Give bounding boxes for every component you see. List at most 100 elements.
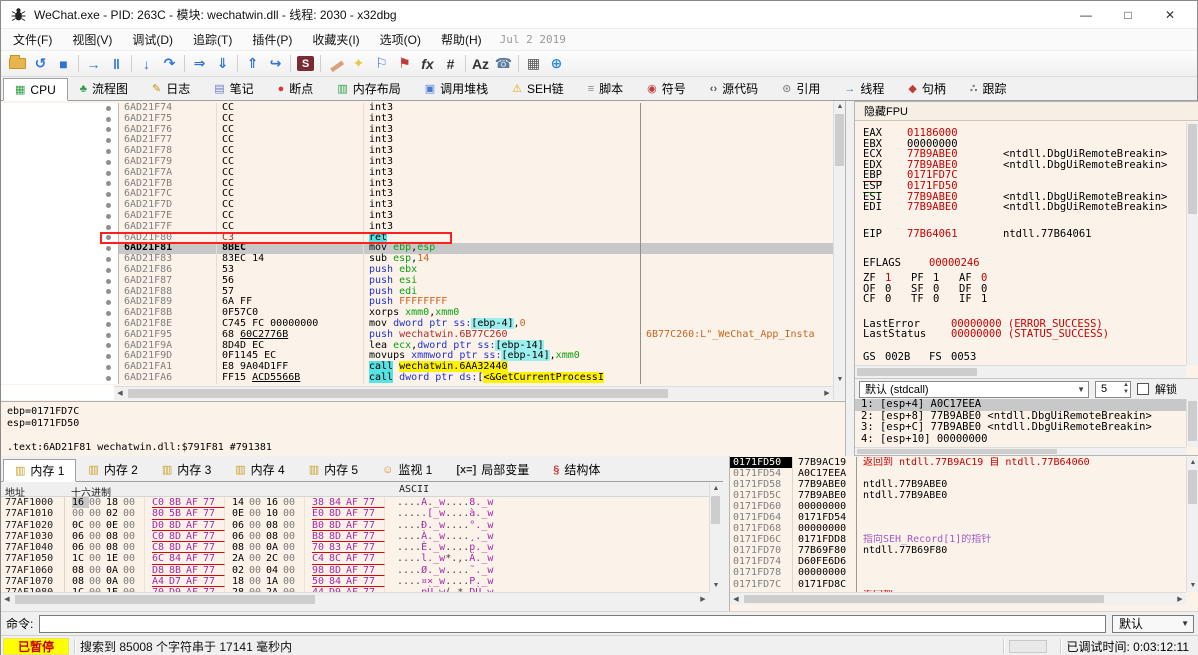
flag-value[interactable]: 0 <box>885 294 911 305</box>
pause-icon[interactable]: ‖ <box>105 54 128 74</box>
breakpoint-dot[interactable] <box>106 333 111 338</box>
breakpoint-dot[interactable] <box>106 354 111 359</box>
breakpoint-dot[interactable] <box>106 127 111 132</box>
register-row[interactable]: GS002BFS0053 <box>863 352 1186 363</box>
dump-row[interactable]: 77AF106008000A00D88BAF7702000400988DAF77… <box>1 565 709 576</box>
breakpoint-dot[interactable] <box>106 289 111 294</box>
tab-跟踪[interactable]: ∴跟踪 <box>958 77 1019 100</box>
dump-row[interactable]: 77AF101000000200805BAF770E001000E08DAF77… <box>1 508 709 519</box>
dump-horizontal-scrollbar[interactable]: ◀ ▶ <box>1 592 709 606</box>
dump-tab-内存 2[interactable]: ▥内存 2 <box>76 458 149 481</box>
execute-till-return-icon[interactable]: ⇒ <box>188 54 211 74</box>
call-argument-row[interactable]: 2: [esp+8] 77B9ABE0 <ntdll.DbgUiRemoteBr… <box>855 411 1186 423</box>
step-down-icon[interactable]: ⇓ <box>211 54 234 74</box>
tab-引用[interactable]: ⊙引用 <box>770 77 832 100</box>
stack-row[interactable]: 0171FD7800000000 <box>730 567 1186 578</box>
dump-tab-内存 5[interactable]: ▥内存 5 <box>297 458 370 481</box>
tab-源代码[interactable]: ‹›源代码 <box>698 77 770 100</box>
run-icon[interactable]: → <box>82 54 105 74</box>
breakpoint-dot[interactable] <box>106 322 111 327</box>
scroll-right-icon[interactable]: ▶ <box>821 387 833 399</box>
command-input[interactable] <box>39 615 1106 633</box>
registers-horizontal-scrollbar[interactable] <box>855 365 1186 378</box>
arguments-vertical-scrollbar[interactable] <box>1186 399 1198 447</box>
breakpoint-dot[interactable] <box>106 235 111 240</box>
register-row[interactable]: ESP0171FD50 <box>863 181 1186 192</box>
register-row[interactable]: EFLAGS00000246 <box>863 258 1186 269</box>
tab-句柄[interactable]: ◆句柄 <box>896 77 957 100</box>
tab-SEH链[interactable]: ⚠SEH链 <box>500 77 576 100</box>
dump-row[interactable]: 77AF10200C000E00D08DAF7706000800B08DAF77… <box>1 520 709 531</box>
phone-icon[interactable]: ☎ <box>492 54 515 74</box>
register-value[interactable]: 0171FD50 <box>907 181 1003 192</box>
flag-value[interactable]: 1 <box>885 273 911 284</box>
scroll-down-icon[interactable]: ▼ <box>834 374 846 386</box>
tab-脚本[interactable]: ≡脚本 <box>576 77 635 100</box>
spin-up-icon[interactable]: ▲ <box>1123 382 1129 389</box>
call-argument-row[interactable]: 1: [esp+4] A0C17EEA <box>855 399 1186 411</box>
breakpoint-dot[interactable] <box>106 181 111 186</box>
flag-value[interactable]: 0 <box>933 294 959 305</box>
scroll-up-icon[interactable]: ▲ <box>834 101 846 113</box>
dump-tab-内存 4[interactable]: ▥内存 4 <box>223 458 296 481</box>
stack-row[interactable]: 0171FD7077B69F80ntdll.77B69F80 <box>730 545 1186 556</box>
breakpoint-dot[interactable] <box>106 171 111 176</box>
stack-row[interactable]: 0171FD6800000000 <box>730 523 1186 534</box>
hash-icon[interactable]: # <box>439 54 462 74</box>
dump-tab-局部变量[interactable]: [x=]局部变量 <box>444 458 541 481</box>
register-row[interactable]: ZF1PF1AF0 <box>863 273 1186 284</box>
argument-count-stepper[interactable]: 5 ▲▼ <box>1095 381 1131 398</box>
dump-tab-结构体[interactable]: §结构体 <box>541 458 612 481</box>
scroll-right-icon[interactable]: ▶ <box>697 593 709 605</box>
flag-value[interactable]: 1 <box>933 273 959 284</box>
breakpoint-dot[interactable] <box>106 246 111 251</box>
tab-线程[interactable]: →线程 <box>832 77 896 100</box>
scroll-left-icon[interactable]: ◀ <box>730 593 742 605</box>
menu-item[interactable]: 收藏夹(I) <box>302 31 369 49</box>
breakpoint-dot[interactable] <box>106 160 111 165</box>
register-value[interactable]: 00000246 <box>929 258 980 269</box>
website-icon[interactable]: ⊕ <box>545 54 568 74</box>
unlock-checkbox[interactable] <box>1137 383 1149 395</box>
stop-icon[interactable]: ■ <box>52 54 75 74</box>
breakpoint-dot[interactable] <box>106 214 111 219</box>
stack-row[interactable]: 0171FD54A0C17EEA <box>730 468 1186 479</box>
breakpoint-dot[interactable] <box>106 268 111 273</box>
memory-dump-panel[interactable]: ▥内存 1▥内存 2▥内存 3▥内存 4▥内存 5☺监视 1[x=]局部变量§结… <box>1 456 723 611</box>
breakpoint-dot[interactable] <box>106 257 111 262</box>
stack-row[interactable]: 0171FD6000000000 <box>730 501 1186 512</box>
calling-convention-select[interactable]: 默认 (stdcall) ▼ <box>859 381 1089 398</box>
tab-符号[interactable]: ◉符号 <box>635 77 698 100</box>
functions-icon[interactable]: fx <box>416 54 439 74</box>
stack-row[interactable]: 0171FD5877B9ABE0ntdll.77B9ABE0 <box>730 479 1186 490</box>
command-parser-select[interactable]: 默认 ▼ <box>1112 615 1194 633</box>
dump-row[interactable]: 77AF100016001800C08BAF77140016003884AF77… <box>1 497 709 508</box>
stack-horizontal-scrollbar[interactable]: ◀ ▶ <box>730 592 1186 605</box>
flag-value[interactable]: 0053 <box>951 352 995 363</box>
breakpoint-dot[interactable] <box>106 117 111 122</box>
breakpoint-dot[interactable] <box>106 192 111 197</box>
register-value[interactable]: 01186000 <box>907 128 1003 139</box>
breakpoint-dot[interactable] <box>106 343 111 348</box>
stack-row[interactable]: 0171FD74D60FE6D6 <box>730 556 1186 567</box>
comments-icon[interactable]: ✦ <box>347 54 370 74</box>
registers-vertical-scrollbar[interactable] <box>1186 122 1198 365</box>
scroll-up-icon[interactable]: ▲ <box>710 483 722 495</box>
call-arguments-list[interactable]: 1: [esp+4] A0C17EEA2: [esp+8] 77B9ABE0 <… <box>855 399 1186 447</box>
stack-panel[interactable]: 0171FD5077B9AC19返回到 ntdll.77B9AC19 自 ntd… <box>729 456 1198 611</box>
breakpoint-dot[interactable] <box>106 203 111 208</box>
menu-item[interactable]: 文件(F) <box>3 31 62 49</box>
step-over-icon[interactable]: ↷ <box>158 54 181 74</box>
scroll-down-icon[interactable]: ▼ <box>710 580 722 592</box>
menu-item[interactable]: 插件(P) <box>242 31 302 49</box>
register-row[interactable]: EAX01186000 <box>863 128 1186 139</box>
register-row[interactable]: LastStatus00000000 (STATUS_SUCCESS) <box>863 329 1186 340</box>
disasm-row[interactable]: 6AD21F7FCCint3 <box>1 222 833 233</box>
tab-笔记[interactable]: ▤笔记 <box>202 77 265 100</box>
menu-item[interactable]: 帮助(H) <box>431 31 492 49</box>
breakpoint-dot[interactable] <box>106 300 111 305</box>
attach-user-icon[interactable]: ↪ <box>264 54 287 74</box>
step-into-icon[interactable]: ↓ <box>135 54 158 74</box>
calculator-icon[interactable]: ▦ <box>522 54 545 74</box>
flag-value[interactable]: 002B <box>885 352 929 363</box>
